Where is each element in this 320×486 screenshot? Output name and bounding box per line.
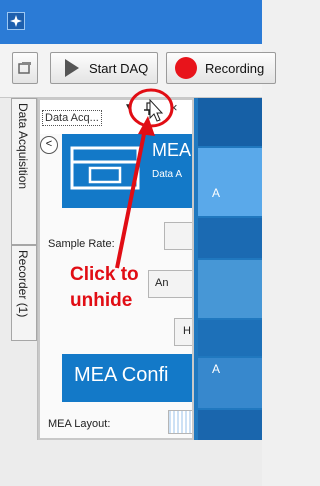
- play-icon: [65, 59, 79, 77]
- grid-cell[interactable]: [198, 410, 262, 440]
- mea-layout-label: MEA Layout:: [48, 418, 111, 430]
- tab-recorder[interactable]: Recorder (1): [11, 245, 37, 341]
- record-icon: [175, 57, 197, 79]
- panel-menu-arrow-icon[interactable]: ▼: [124, 102, 134, 113]
- sample-rate-label: Sample Rate:: [48, 238, 115, 250]
- annotation-line-2: unhide: [70, 290, 133, 311]
- mea-banner: MEA Data A: [62, 134, 192, 208]
- an-button-label: An: [155, 277, 169, 289]
- mea-device-icon: [70, 146, 140, 190]
- mea-banner-title: MEA: [152, 140, 192, 160]
- panel-title: Data Acq...: [42, 110, 102, 126]
- close-icon[interactable]: ×: [170, 100, 178, 115]
- grid-cell[interactable]: A: [198, 358, 262, 408]
- toolbar: Start DAQ Recording: [0, 44, 276, 98]
- start-daq-button[interactable]: Start DAQ: [50, 52, 158, 84]
- annotation-line-1: Click to: [70, 264, 139, 285]
- grid-cell[interactable]: [198, 218, 262, 258]
- h-button-label: H: [183, 325, 191, 337]
- mea-config-title: MEA Confi: [74, 364, 169, 386]
- tab-recorder-label: Recorder (1): [16, 250, 30, 318]
- grid-cell[interactable]: [198, 260, 262, 318]
- grid-cell[interactable]: A: [198, 148, 262, 216]
- pin-icon[interactable]: [142, 102, 156, 116]
- an-button[interactable]: An: [148, 270, 192, 298]
- h-button[interactable]: H: [174, 318, 192, 346]
- panel-header: Data Acq... ▼ ×: [40, 100, 192, 134]
- status-area: [0, 440, 262, 486]
- sample-rate-field[interactable]: [164, 222, 192, 250]
- recording-label: Recording: [205, 60, 265, 76]
- recording-button[interactable]: Recording: [166, 52, 276, 84]
- tab-data-acquisition[interactable]: Data Acquisition: [11, 98, 37, 245]
- grid-cell[interactable]: [198, 320, 262, 356]
- grid-cell[interactable]: [198, 98, 262, 146]
- annotation-text: Click to unhide: [70, 262, 139, 314]
- restore-layout-button[interactable]: [12, 52, 38, 84]
- grid-cell-label: A: [212, 362, 221, 376]
- grid-cell-label: A: [212, 186, 221, 200]
- app-icon: [7, 12, 25, 30]
- mea-banner-subtitle: Data A: [152, 169, 183, 180]
- side-tab-strip: Data Acquisition Recorder (1): [0, 98, 38, 440]
- tab-data-acquisition-label: Data Acquisition: [16, 103, 30, 190]
- electrode-grid: A A: [194, 98, 262, 440]
- mea-config-header: MEA Confi: [62, 354, 192, 402]
- mea-layout-icon[interactable]: [168, 410, 192, 434]
- start-daq-label: Start DAQ: [89, 60, 149, 76]
- title-bar: [0, 0, 262, 44]
- collapse-icon[interactable]: <: [40, 136, 58, 154]
- window-icon: [18, 62, 31, 74]
